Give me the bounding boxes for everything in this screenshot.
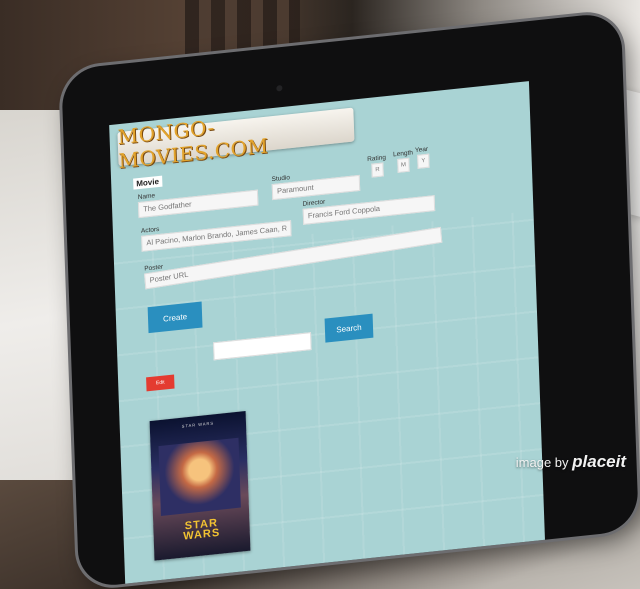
watermark-prefix: image by (515, 455, 569, 470)
camera-icon (276, 84, 283, 92)
site-logo-text: MONGO-MOVIES.COM (117, 115, 269, 174)
edit-button[interactable]: Edit (146, 374, 175, 392)
search-button[interactable]: Search (324, 313, 374, 343)
watermark-brand: placeit (572, 452, 626, 471)
poster-title: STAR WARS (183, 516, 221, 543)
length-label: Length (392, 149, 414, 159)
poster-top-text: STAR WARS (181, 420, 215, 429)
site-logo[interactable]: MONGO-MOVIES.COM (117, 107, 355, 173)
name-input[interactable] (137, 189, 259, 219)
year-input[interactable] (417, 153, 430, 169)
tablet-screen: MONGO-MOVIES.COM Movie Name Studio Ratin… (109, 81, 545, 584)
tablet-device: MONGO-MOVIES.COM Movie Name Studio Ratin… (61, 11, 639, 589)
section-label: Movie (133, 175, 163, 190)
watermark: image by placeit (516, 452, 626, 472)
poster-artwork (158, 437, 241, 516)
length-input[interactable] (397, 157, 410, 173)
rating-input[interactable] (371, 162, 384, 178)
movie-poster[interactable]: STAR WARS STAR WARS (149, 411, 251, 561)
